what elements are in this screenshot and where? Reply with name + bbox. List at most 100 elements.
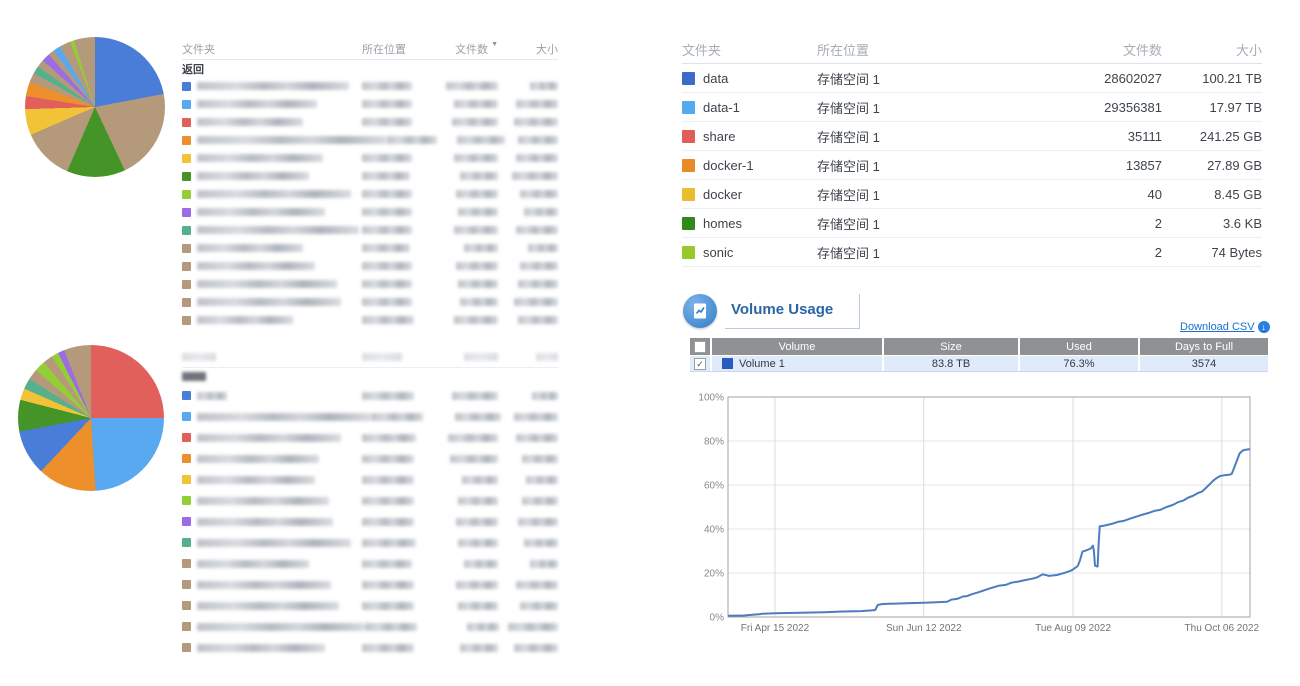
table-row[interactable]: share存储空间 135111241.25 GB — [682, 122, 1262, 151]
redacted-count — [454, 226, 498, 234]
folder-table-bottom — [182, 348, 558, 658]
column-header-location[interactable]: 所在位置 — [817, 40, 1052, 59]
table-row[interactable] — [182, 511, 558, 532]
table-row[interactable] — [182, 293, 558, 311]
back-row-redacted[interactable] — [182, 368, 558, 385]
column-header-count[interactable]: 文件数 — [1052, 40, 1162, 59]
table-row[interactable] — [182, 239, 558, 257]
redacted-count — [460, 298, 498, 306]
redacted-count — [467, 623, 499, 631]
table-row[interactable]: homes存储空间 123.6 KB — [682, 209, 1262, 238]
table-row[interactable] — [182, 131, 558, 149]
folder-usage-pie-chart-bottom[interactable] — [18, 345, 164, 491]
volume-checkbox[interactable]: ✓ — [694, 358, 706, 370]
table-row[interactable] — [182, 113, 558, 131]
folder-color-chip — [182, 517, 191, 526]
table-row[interactable] — [182, 616, 558, 637]
table-row[interactable] — [182, 275, 558, 293]
redacted-location — [362, 262, 412, 270]
volume-usage-section-header: Volume Usage — [683, 294, 860, 329]
table-row[interactable]: data-1存储空间 12935638117.97 TB — [682, 93, 1262, 122]
volume-table-body: ✓Volume 183.8 TB76.3%3574 — [690, 356, 1268, 372]
back-row[interactable]: 返回 — [182, 60, 558, 77]
redacted-count — [456, 518, 498, 526]
table-row[interactable]: docker存储空间 1408.45 GB — [682, 180, 1262, 209]
download-icon: ↓ — [1258, 321, 1270, 333]
table-row[interactable] — [182, 77, 558, 95]
volume-row[interactable]: ✓Volume 183.8 TB76.3%3574 — [690, 356, 1268, 372]
table-row[interactable] — [182, 490, 558, 511]
column-header-size[interactable]: 大小 — [1162, 40, 1262, 59]
volume-usage-line-chart: 0%20%40%60%80%100%Fri Apr 15 2022Sun Jun… — [695, 388, 1270, 644]
redacted-location — [362, 154, 412, 162]
redacted-location — [365, 623, 417, 631]
column-header-size[interactable]: 大小 — [506, 41, 558, 57]
table-row[interactable]: data存储空间 128602027100.21 TB — [682, 64, 1262, 93]
redacted-header-folder — [182, 353, 216, 361]
folder-color-chip — [182, 643, 191, 652]
y-axis-tick-label: 20% — [704, 569, 724, 580]
section-title: Volume Usage — [731, 301, 833, 318]
folder-color-chip — [182, 622, 191, 631]
table-row[interactable] — [182, 95, 558, 113]
volume-table-header: Volume Size Used Days to Full — [690, 338, 1268, 355]
folder-location: 存储空间 1 — [817, 243, 1052, 262]
table-row[interactable] — [182, 532, 558, 553]
table-row[interactable] — [182, 574, 558, 595]
table-row[interactable] — [182, 427, 558, 448]
redacted-size — [518, 316, 558, 324]
redacted-folder-name — [197, 581, 331, 589]
folder-color-chip — [682, 188, 695, 201]
usage-line-series — [728, 449, 1250, 616]
redacted-size — [512, 172, 558, 180]
folder-name: sonic — [703, 245, 733, 260]
select-all-checkbox[interactable] — [694, 341, 706, 353]
table-row[interactable] — [182, 469, 558, 490]
redacted-location — [362, 298, 412, 306]
redacted-size — [530, 560, 558, 568]
table-row[interactable] — [182, 553, 558, 574]
redacted-count — [446, 82, 498, 90]
redacted-folder-name — [197, 539, 351, 547]
column-header-folder[interactable]: 文件夹 — [682, 40, 817, 59]
table-row[interactable] — [182, 167, 558, 185]
folder-name: data-1 — [703, 100, 740, 115]
table-row[interactable] — [182, 221, 558, 239]
table-row[interactable] — [182, 185, 558, 203]
table-row[interactable]: sonic存储空间 1274 Bytes — [682, 238, 1262, 267]
table-row[interactable] — [182, 203, 558, 221]
folder-usage-pie-chart-top[interactable] — [25, 37, 165, 177]
folder-color-chip — [182, 190, 191, 199]
table-row[interactable] — [182, 385, 558, 406]
folder-color-chip — [182, 226, 191, 235]
table-row[interactable] — [182, 637, 558, 658]
redacted-location — [362, 644, 414, 652]
download-csv-link[interactable]: Download CSV↓ — [1180, 321, 1270, 333]
sort-descending-icon: ▼ — [491, 41, 498, 57]
redacted-folder-name — [197, 413, 371, 421]
y-axis-tick-label: 80% — [704, 437, 724, 448]
folder-color-chip — [182, 316, 191, 325]
table-row[interactable] — [182, 448, 558, 469]
table-row[interactable] — [182, 595, 558, 616]
folder-count: 2 — [1052, 245, 1162, 260]
folder-count: 35111 — [1052, 129, 1162, 144]
table-row[interactable] — [182, 257, 558, 275]
column-header-count[interactable]: 文件数▼ — [432, 41, 506, 57]
select-all-checkbox-cell[interactable] — [690, 338, 710, 355]
redacted-count — [460, 172, 498, 180]
table-row[interactable] — [182, 149, 558, 167]
redacted-size — [530, 82, 558, 90]
table-row[interactable] — [182, 406, 558, 427]
folder-name: data — [703, 71, 728, 86]
table-row[interactable] — [182, 311, 558, 329]
redacted-folder-name — [197, 244, 303, 252]
download-csv[interactable]: Download CSV↓ — [1180, 321, 1270, 333]
redacted-count — [458, 280, 498, 288]
table-row[interactable]: docker-1存储空间 11385727.89 GB — [682, 151, 1262, 180]
redacted-size — [532, 392, 558, 400]
folder-color-chip — [182, 100, 191, 109]
redacted-location — [387, 136, 437, 144]
column-header-location[interactable]: 所在位置 — [362, 41, 432, 57]
column-header-folder[interactable]: 文件夹 — [182, 41, 362, 57]
